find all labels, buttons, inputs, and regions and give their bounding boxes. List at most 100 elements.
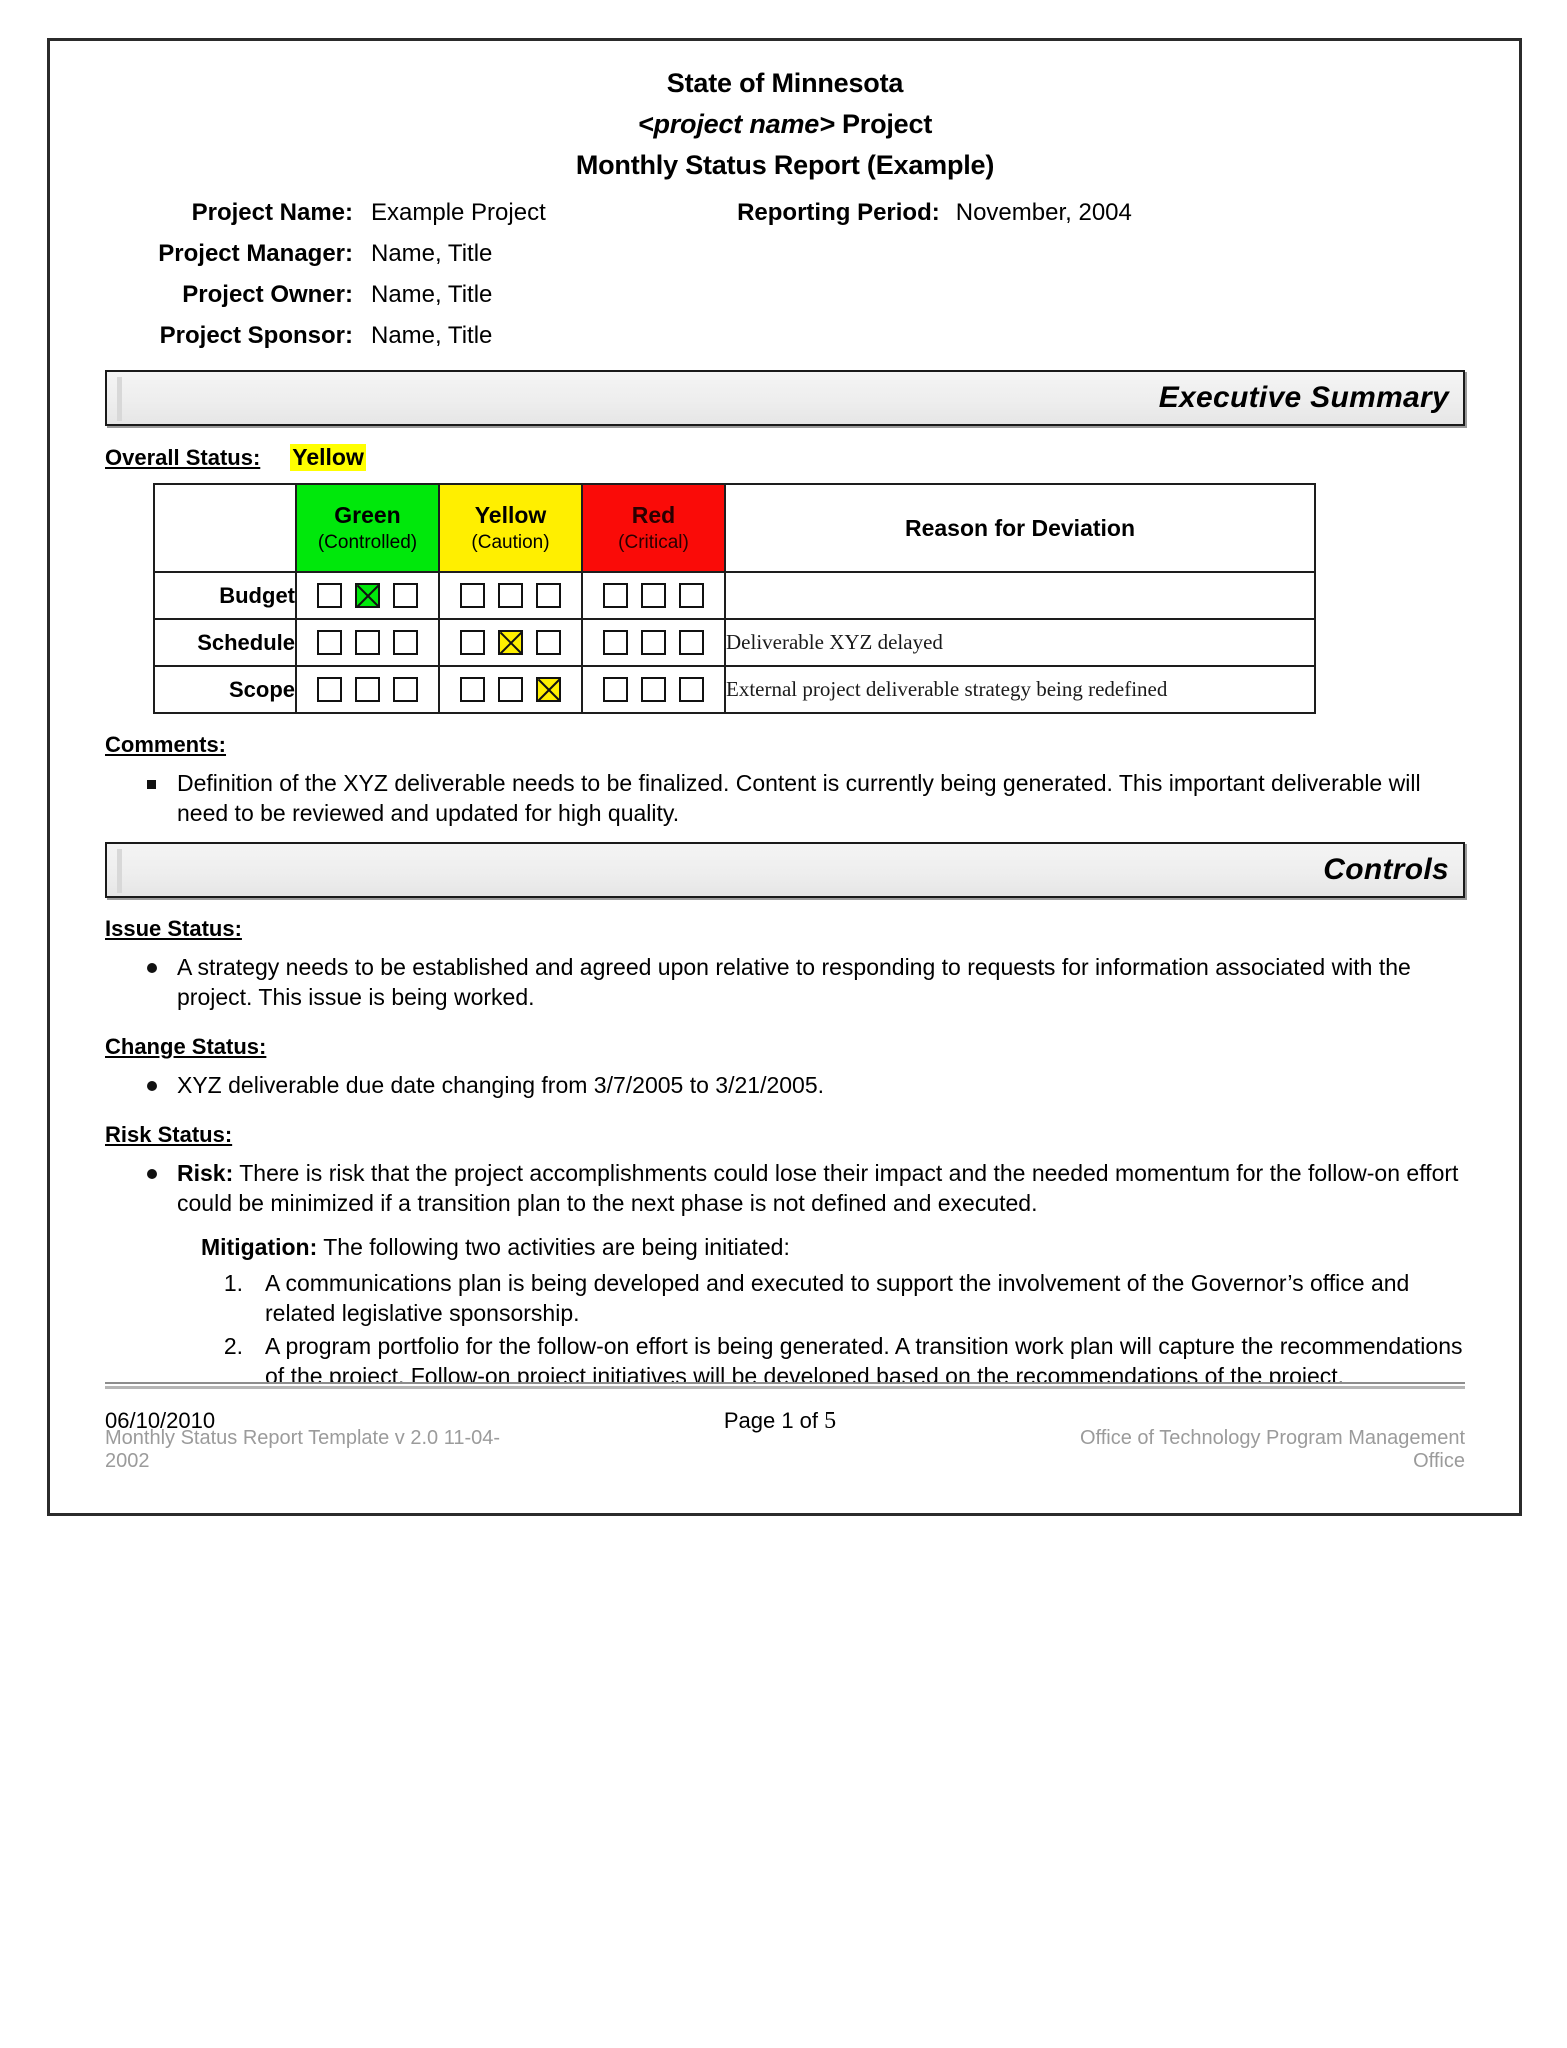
project-manager-value: Name, Title [371, 240, 493, 267]
page-content: State of Minnesota <project name> Projec… [105, 63, 1465, 1493]
checkbox[interactable] [498, 677, 523, 702]
change-status-section: Change Status: XYZ deliverable due date … [105, 1016, 1465, 1100]
document-title-block: State of Minnesota <project name> Projec… [105, 63, 1465, 186]
checkbox[interactable] [355, 630, 380, 655]
overall-status-badge: Yellow [290, 444, 366, 471]
overall-status-line: Overall Status: Yellow [105, 444, 1465, 471]
checkbox-group [583, 630, 724, 655]
checkbox[interactable] [536, 583, 561, 608]
controls-title: Controls [1323, 853, 1449, 886]
checkbox[interactable] [460, 583, 485, 608]
project-name-placeholder: <project name> [637, 109, 835, 139]
risk-status-section: Risk Status: Risk: There is risk that th… [105, 1104, 1465, 1391]
scope-reason: External project deliverable strategy be… [724, 665, 1316, 714]
checkbox[interactable] [393, 583, 418, 608]
checkbox-checked[interactable] [355, 583, 380, 608]
budget-green-cells [295, 571, 440, 620]
list-item: Risk: There is risk that the project acc… [105, 1158, 1465, 1218]
header-red-name: Red [631, 502, 676, 528]
checkbox[interactable] [393, 630, 418, 655]
footer-divider [105, 1382, 1465, 1389]
checkbox[interactable] [317, 583, 342, 608]
checkbox[interactable] [498, 583, 523, 608]
document-page: State of Minnesota <project name> Projec… [47, 38, 1522, 1516]
checkbox[interactable] [603, 583, 628, 608]
checkbox-group [583, 677, 724, 702]
change-status-label: Change Status: [105, 1034, 267, 1059]
executive-summary-banner: Executive Summary [105, 370, 1465, 426]
header-yellow: Yellow (Caution) [438, 483, 583, 573]
mitigation-lead: Mitigation: [201, 1234, 318, 1260]
mitigation-text: The following two activities are being i… [317, 1234, 790, 1260]
project-word: Project [834, 109, 933, 139]
meta-row-name: Project Name: Example Project Reporting … [105, 192, 1465, 233]
change-status-list: XYZ deliverable due date changing from 3… [105, 1070, 1465, 1100]
header-yellow-sub: (Caution) [471, 532, 550, 553]
checkbox[interactable] [317, 677, 342, 702]
risk-text: There is risk that the project accomplis… [177, 1160, 1459, 1216]
header-reason-for-deviation: Reason for Deviation [724, 483, 1316, 573]
row-label-budget: Budget [153, 571, 297, 620]
budget-reason [724, 571, 1316, 620]
scope-green-cells [295, 665, 440, 714]
list-item: XYZ deliverable due date changing from 3… [105, 1070, 1465, 1100]
footer-secondary-row: Monthly Status Report Template v 2.0 11-… [105, 1427, 1465, 1473]
checkbox-group [297, 677, 438, 702]
checkbox-checked[interactable] [536, 677, 561, 702]
project-manager-label: Project Manager: [158, 240, 353, 267]
checkbox[interactable] [317, 630, 342, 655]
checkbox[interactable] [679, 583, 704, 608]
checkbox[interactable] [679, 677, 704, 702]
comments-label: Comments: [105, 732, 227, 757]
schedule-green-cells [295, 618, 440, 667]
comments-section: Comments: Definition of the XYZ delivera… [105, 714, 1465, 828]
title-line-project: <project name> Project [105, 104, 1465, 145]
status-table-header-row: Green (Controlled) Yellow (Caution) Red … [153, 483, 1316, 573]
mitigation-line: Mitigation: The following two activities… [105, 1232, 1465, 1262]
checkbox[interactable] [460, 677, 485, 702]
project-owner-value: Name, Title [371, 281, 493, 308]
checkbox[interactable] [393, 677, 418, 702]
mitigation-list: 1. A communications plan is being develop… [105, 1268, 1465, 1391]
checkbox[interactable] [603, 630, 628, 655]
meta-row-manager: Project Manager: Name, Title [105, 233, 1465, 274]
checkbox-group [297, 583, 438, 608]
checkbox-group [440, 583, 581, 608]
checkbox[interactable] [355, 677, 380, 702]
schedule-yellow-cells [438, 618, 583, 667]
schedule-red-cells [581, 618, 726, 667]
scope-red-cells [581, 665, 726, 714]
controls-banner: Controls [105, 842, 1465, 898]
project-sponsor-value: Name, Title [371, 322, 493, 349]
issue-status-list: A strategy needs to be established and a… [105, 952, 1465, 1012]
checkbox-group [440, 677, 581, 702]
list-item: A strategy needs to be established and a… [105, 952, 1465, 1012]
risk-status-label: Risk Status: [105, 1122, 233, 1147]
checkbox[interactable] [460, 630, 485, 655]
overall-status-label: Overall Status: [105, 445, 261, 470]
row-label-scope: Scope [153, 665, 297, 714]
item-text: A program portfolio for the follow-on ef… [265, 1333, 1463, 1389]
project-sponsor-label: Project Sponsor: [159, 322, 353, 349]
table-row: Scope External project deliverable strat… [153, 665, 1316, 714]
checkbox[interactable] [679, 630, 704, 655]
checkbox[interactable] [641, 583, 666, 608]
checkbox[interactable] [536, 630, 561, 655]
checkbox-group [440, 630, 581, 655]
project-meta: Project Name: Example Project Reporting … [105, 192, 1465, 356]
issue-status-label: Issue Status: [105, 916, 242, 941]
checkbox[interactable] [603, 677, 628, 702]
footer-template-note: Monthly Status Report Template v 2.0 11-… [105, 1427, 501, 1472]
table-row: Schedule Deliverable XYZ delayed [153, 618, 1316, 667]
checkbox-group [583, 583, 724, 608]
item-number: 2. [223, 1333, 243, 1359]
checkbox[interactable] [641, 677, 666, 702]
header-yellow-name: Yellow [474, 502, 547, 528]
checkbox-checked[interactable] [498, 630, 523, 655]
comments-list: Definition of the XYZ deliverable needs … [105, 768, 1465, 828]
checkbox[interactable] [641, 630, 666, 655]
footer-office: Office of Technology Program Management … [1079, 1427, 1465, 1472]
header-green: Green (Controlled) [295, 483, 440, 573]
header-green-name: Green [334, 502, 401, 528]
scope-yellow-cells [438, 665, 583, 714]
